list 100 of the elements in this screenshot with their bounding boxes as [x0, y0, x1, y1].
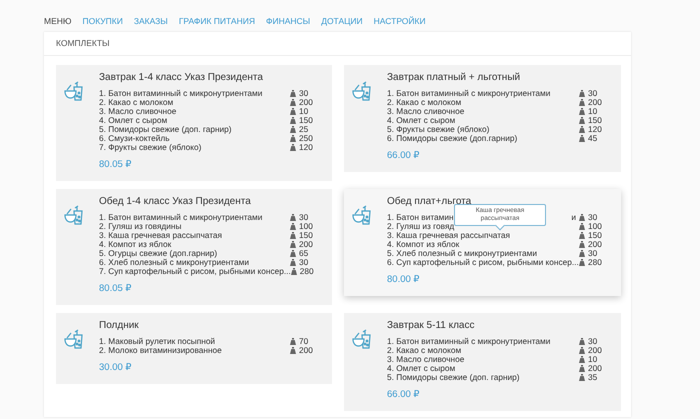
- dish-name: 3. Масло сливочное: [99, 106, 176, 116]
- dish-name: 1. Батон витаминный с микронутриентами: [387, 336, 550, 346]
- weight-icon: [290, 126, 296, 133]
- dish-weight: 10: [588, 355, 598, 364]
- weight-icon: [290, 99, 296, 106]
- dish-name: 1. Маковый рулетик посыпной: [99, 336, 216, 346]
- dish-name: 5. Помидоры свежие (доп. гарнир): [387, 372, 520, 382]
- dish-weight: 70: [299, 337, 308, 346]
- dish-name: 1. Батон витаминный с микронутриентами: [99, 88, 262, 98]
- set-price: 80.00 ₽: [387, 274, 420, 286]
- weight-icon: [579, 223, 585, 230]
- dish-name: 6. Смузи-коктейль: [99, 133, 170, 143]
- set-card[interactable]: Завтрак 5-11 класс 1. Батон витаминный с микронутриентами 30 2. Какао с молоком 200 3. Масло сливочное 10 4. Омлет с сыром 200 5. Помидоры свежие (доп. гарнир) 35 66.00 ₽: [344, 313, 621, 411]
- dish-weight: 100: [299, 222, 313, 231]
- weight-icon: [579, 374, 585, 381]
- dish-weight: 120: [588, 125, 602, 134]
- dish-name: 4. Омлет с сыром: [387, 363, 456, 373]
- dish-name: 3. Масло сливочное: [387, 106, 464, 116]
- meal-icon: [64, 205, 84, 225]
- nav-tab[interactable]: НАСТРОЙКИ: [374, 16, 426, 32]
- dish-name: 2. Какао с молоком: [99, 97, 174, 107]
- set-card[interactable]: [344, 189, 621, 296]
- weight-icon: [579, 347, 585, 354]
- weight-icon: [290, 347, 296, 354]
- dish-name: 3. Масло сливочное: [387, 354, 464, 364]
- dish-name: 4. Омлет с сыром: [387, 115, 456, 125]
- dish-weight: 65: [299, 249, 308, 258]
- weight-icon: [290, 144, 296, 151]
- nav-tab[interactable]: ГРАФИК ПИТАНИЯ: [178, 16, 255, 32]
- meal-icon: [64, 329, 84, 349]
- dish-weight: 200: [588, 346, 602, 355]
- weight-icon: [579, 250, 585, 257]
- weight-icon: [290, 268, 297, 275]
- dish-weight: 30: [299, 258, 308, 267]
- dish-weight: 200: [588, 364, 602, 373]
- set-card[interactable]: Полдник 1. Маковый рулетик посыпной 70 2. Молоко витаминизированное 200 30.00 ₽: [56, 313, 332, 384]
- dish-weight: 10: [299, 107, 308, 116]
- dish-name: 4. Компот из яблок: [387, 239, 460, 249]
- set-price: 66.00 ₽: [387, 150, 420, 162]
- weight-icon: [579, 99, 585, 106]
- set-price: 80.05 ₽: [99, 283, 132, 295]
- dish-weight: 280: [588, 258, 602, 267]
- dish-weight: 30: [299, 89, 308, 98]
- set-title: Завтрак платный + льготный: [387, 71, 522, 84]
- dish-weight: 200: [588, 98, 602, 107]
- weight-icon: [579, 108, 585, 115]
- nav-tab[interactable]: МЕНЮ: [44, 16, 72, 32]
- dish-weight: 280: [300, 267, 314, 276]
- dish-name: 6. Хлеб полезный с микронутриентами: [99, 257, 249, 267]
- dish-name: 2. Гуляш из говяд: [387, 221, 454, 231]
- set-title: Завтрак 1-4 класс Указ Президента: [99, 71, 264, 84]
- weight-icon: [579, 117, 585, 124]
- weight-icon: [290, 214, 296, 221]
- set-card[interactable]: [56, 189, 332, 305]
- dish-name: 2. Гуляш из говядины: [99, 221, 182, 231]
- dish-weight: 150: [588, 231, 602, 240]
- meal-icon: [64, 81, 84, 101]
- weight-icon: [579, 135, 585, 142]
- meal-icon: [352, 329, 372, 349]
- weight-icon: [290, 259, 296, 266]
- dish-name: 5. Помидоры свежие (доп. гарнир): [99, 124, 232, 134]
- dish-weight: 150: [588, 116, 602, 125]
- dish-name: 3. Каша гречневая рассыпчатая: [99, 230, 222, 240]
- weight-icon: [579, 338, 585, 345]
- weight-icon: [579, 90, 585, 97]
- dish-name: 5. Фрукты свежие (яблоко): [387, 124, 490, 134]
- nav-tab[interactable]: ФИНАНСЫ: [266, 16, 310, 32]
- dish-name: 1. Батон витаминный с микронутриентами: [387, 88, 550, 98]
- dish-weight: 100: [588, 222, 602, 231]
- dish-name: и: [571, 213, 576, 222]
- weight-icon: [579, 241, 585, 248]
- weight-icon: [579, 365, 585, 372]
- weight-icon: [290, 338, 296, 345]
- nav-tab[interactable]: ПОКУПКИ: [82, 16, 123, 32]
- dish-weight: 150: [299, 231, 313, 240]
- set-title: Завтрак 5-11 класс: [387, 319, 476, 332]
- nav-tab[interactable]: ДОТАЦИИ: [321, 16, 363, 32]
- dish-name: 4. Компот из яблок: [99, 239, 172, 249]
- weight-icon: [290, 135, 296, 142]
- set-card[interactable]: [56, 65, 332, 181]
- dish-weight: 30: [299, 213, 308, 222]
- dish-name: 2. Какао с молоком: [387, 97, 462, 107]
- weight-icon: [579, 356, 585, 363]
- weight-icon: [290, 117, 296, 124]
- dish-name: 7. Суп картофельный с рисом, рыбными консер...: [99, 266, 291, 276]
- set-price: 80.05 ₽: [99, 159, 132, 171]
- set-price: 30.00 ₽: [99, 362, 132, 374]
- dish-weight: 30: [588, 89, 598, 98]
- dish-name: 2. Какао с молоком: [387, 345, 462, 355]
- dish-weight: 200: [588, 240, 602, 249]
- weight-icon: [579, 232, 585, 239]
- nav-tab[interactable]: ЗАКАЗЫ: [134, 16, 168, 32]
- dish-name: 6. Суп картофельный с рисом, рыбными консер...: [387, 257, 579, 267]
- dish-name: 1. Батон витаминный с микронутриентами: [99, 212, 262, 222]
- weight-icon: [579, 126, 585, 133]
- set-title: Полдник: [99, 319, 140, 332]
- set-card[interactable]: [344, 65, 621, 172]
- dish-weight: 30: [588, 337, 598, 346]
- weight-icon: [290, 90, 296, 97]
- dish-weight: 200: [299, 240, 313, 249]
